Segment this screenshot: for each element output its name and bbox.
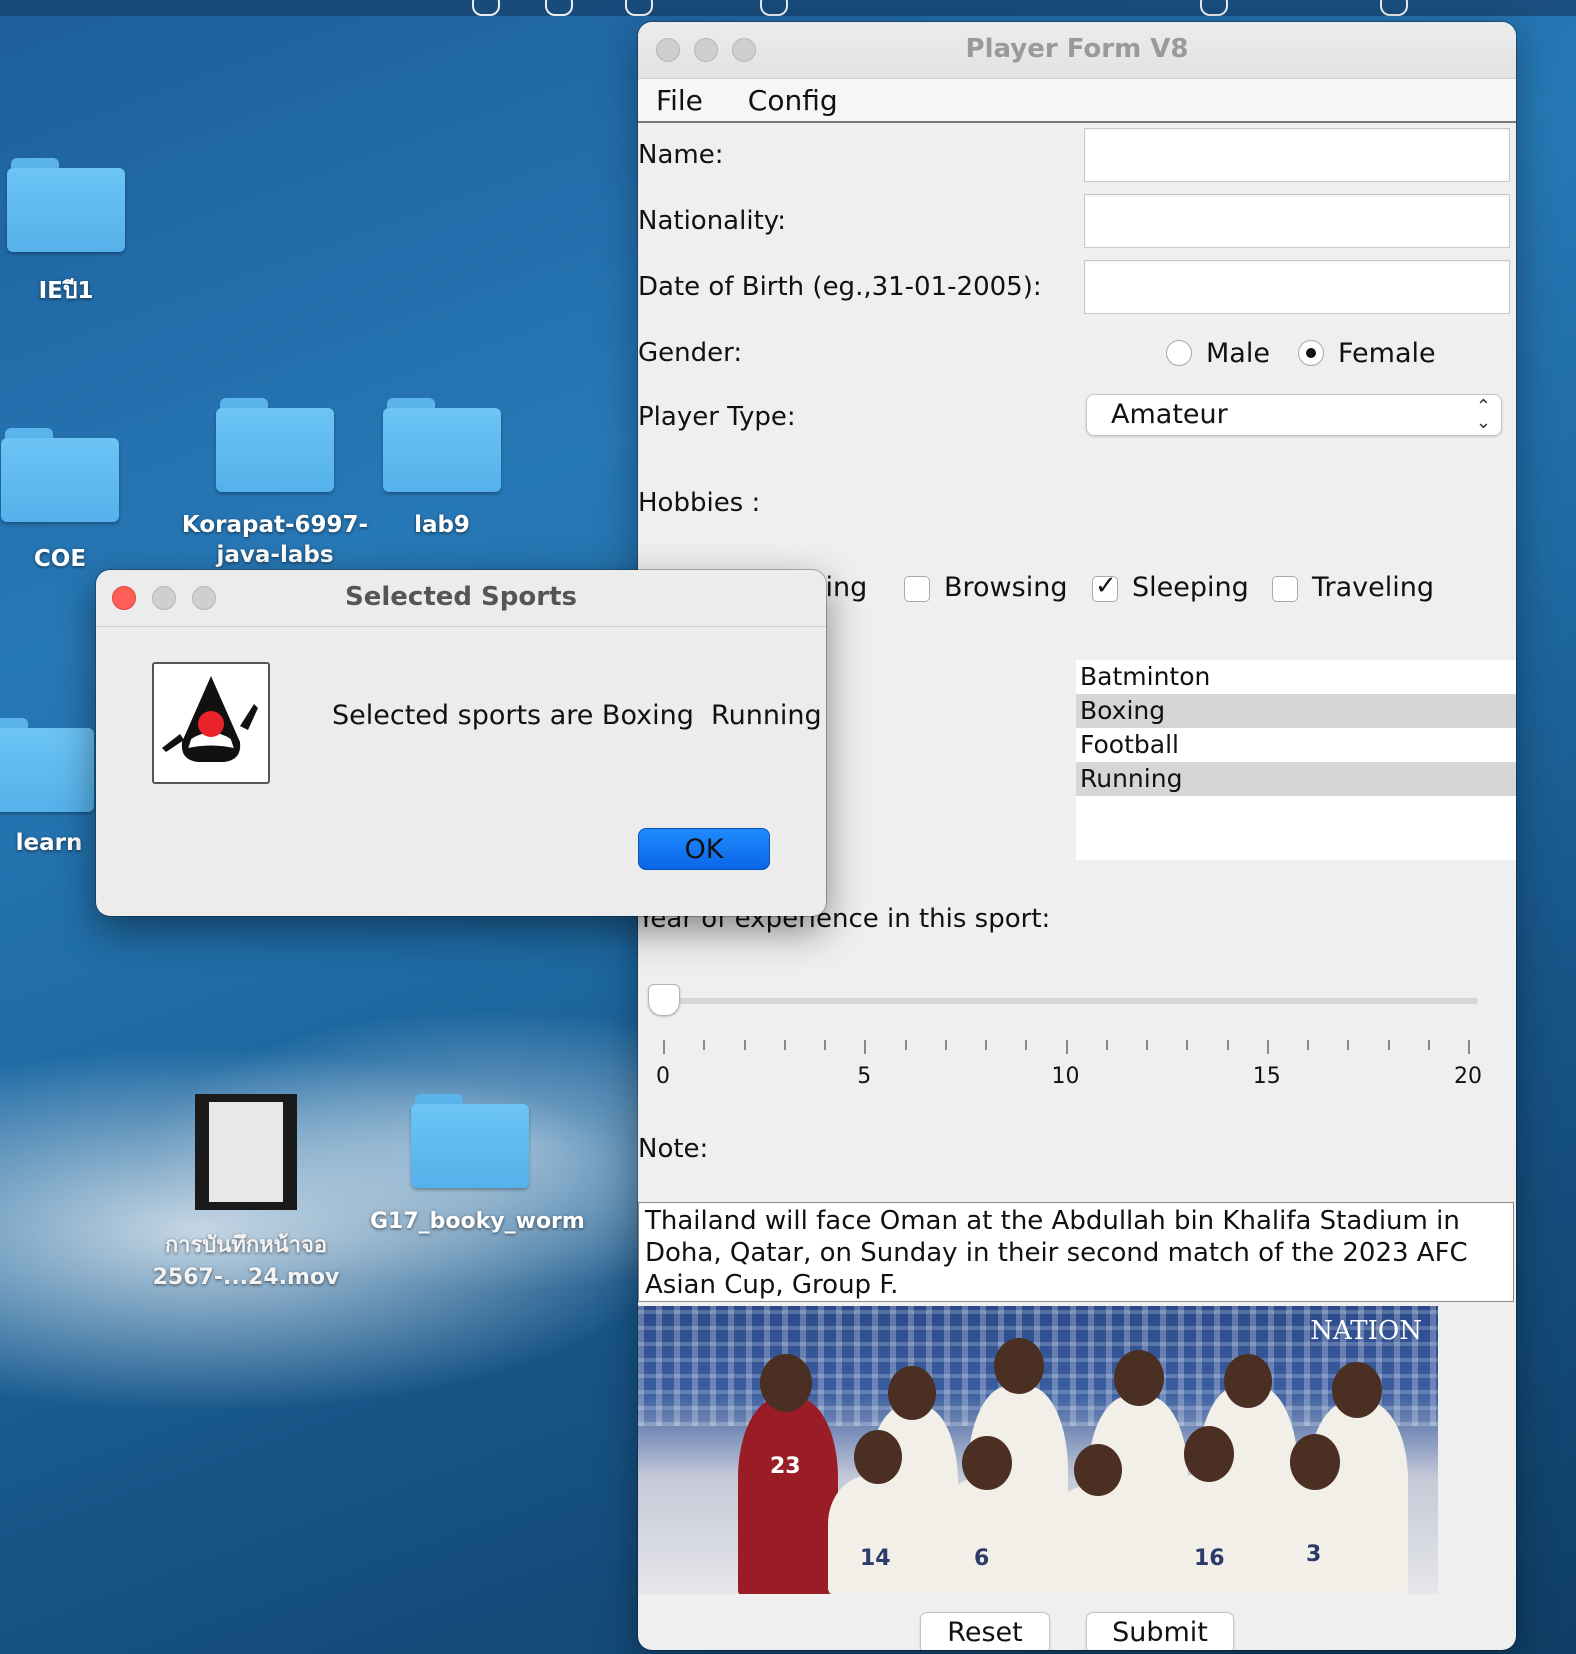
slider-tick [1266,1040,1269,1054]
slider-tick [1387,1040,1390,1050]
slider-tick-label: 20 [1454,1064,1482,1089]
slider-tick [985,1040,987,1050]
dialog-titlebar[interactable]: Selected Sports [96,570,826,627]
java-duke-icon [152,662,270,784]
menu-file[interactable]: File [638,79,721,119]
list-item[interactable]: Football [1076,728,1516,762]
player-type-value: Amateur [1111,399,1228,430]
sports-list[interactable]: Batminton Boxing Football Running [1076,660,1516,860]
desktop-folder-korapat[interactable]: Korapat-6997-java-labs [180,398,370,568]
hobby-traveling-label: Traveling [1312,572,1435,603]
slider-tick [944,1040,947,1050]
slider-tick [743,1040,746,1050]
battery-icon[interactable] [1200,0,1228,16]
gender-male-radio[interactable] [1166,340,1192,366]
slider-tick-label: 15 [1252,1064,1281,1089]
team-photo: NATION 23 14 6 16 3 [638,1306,1438,1594]
dialog-message: Selected sports are Boxing Running [332,700,822,731]
name-label: Name: [638,140,724,170]
experience-slider-track[interactable] [668,998,1478,1004]
slider-tick-label: 0 [656,1064,670,1089]
hobby-browsing-checkbox[interactable] [904,576,930,602]
status-icon[interactable] [625,0,653,16]
player-type-label: Player Type: [638,402,796,432]
desktop-folder-lab9[interactable]: lab9 [382,398,502,540]
status-icon[interactable] [760,0,788,16]
macos-menu-bar [0,0,1576,16]
nationality-field[interactable] [1084,194,1510,248]
desktop-item-label: learn [15,830,83,856]
slider-tick [1226,1040,1229,1050]
desktop-folder-learn[interactable]: learn [0,718,98,858]
gender-female-label: Female [1338,338,1436,369]
slider-tick-label: 5 [857,1064,872,1089]
desktop-item-label: G17_booky_worm [370,1209,585,1234]
slider-tick [1065,1040,1068,1054]
slider-tick [1146,1040,1148,1050]
window-title: Player Form V8 [965,34,1189,64]
hobbies-label: Hobbies : [638,488,761,518]
hobby-browsing-label: Browsing [944,572,1068,603]
desktop-folder-coe[interactable]: COE [0,428,120,574]
hobby-sleeping-checkbox[interactable] [1092,571,1118,602]
app-menu-bar: File Config [638,79,1516,123]
player-type-select[interactable]: Amateur ⌃ ⌄ [1086,394,1502,436]
folder-icon [411,1094,529,1188]
status-icon[interactable] [545,0,573,16]
slider-tick [663,1040,665,1054]
slider-tick [1025,1040,1028,1050]
slider-tick [904,1040,907,1050]
note-textarea[interactable]: Thailand will face Oman at the Abdullah … [638,1202,1514,1302]
slider-tick [1427,1040,1430,1050]
slider-tick [1105,1040,1108,1050]
desktop-item-label: Korapat-6997-java-labs [181,512,369,568]
menu-config[interactable]: Config [730,79,856,119]
status-icon[interactable] [472,0,500,16]
desktop-folder-booky-worm[interactable]: G17_booky_worm [370,1094,585,1238]
desktop-item-label: การบันทึกหน้าจอ 2567-...24.mov [152,1233,340,1290]
slider-tick-label: 10 [1051,1064,1080,1089]
experience-slider-thumb[interactable] [648,984,680,1016]
gender-female-radio[interactable] [1298,340,1324,366]
dob-label: Date of Birth (eg.,31-01-2005): [638,272,1042,302]
name-field[interactable] [1084,128,1510,182]
dob-field[interactable] [1084,260,1510,314]
desktop-item-label: lab9 [414,512,470,538]
slider-tick [703,1040,706,1050]
hobby-sleeping-label: Sleeping [1132,572,1249,603]
window-titlebar[interactable]: Player Form V8 [638,22,1516,79]
desktop-item-label: IEปี1 [38,278,94,304]
desktop-folder-ie[interactable]: IEปี1 [6,158,126,306]
search-icon[interactable] [1380,0,1408,16]
list-item[interactable]: Batminton [1076,660,1516,694]
reset-button[interactable]: Reset [920,1612,1050,1650]
chevron-updown-icon: ⌃ ⌄ [1475,396,1491,433]
list-item[interactable]: Boxing [1076,694,1516,728]
slider-tick [1347,1040,1350,1050]
hobby-traveling-checkbox[interactable] [1272,576,1298,602]
folder-icon [216,398,334,492]
video-file-icon [195,1094,297,1210]
slider-tick [783,1040,786,1050]
dialog-title: Selected Sports [345,582,577,612]
selected-sports-dialog: Selected Sports Selected sports are Boxi… [96,570,826,916]
note-label: Note: [638,1134,709,1164]
folder-icon [7,158,125,252]
gender-male-label: Male [1206,338,1270,369]
slider-tick [824,1040,826,1050]
slider-tick [864,1040,867,1054]
desktop-file-screen-recording[interactable]: การบันทึกหน้าจอ 2567-...24.mov [146,1094,346,1294]
gender-label: Gender: [638,338,743,368]
slider-tick [1307,1040,1309,1050]
list-item[interactable]: Running [1076,762,1516,796]
folder-icon [1,428,119,522]
nation-logo: NATION [1310,1316,1422,1346]
folder-icon [0,718,94,812]
slider-tick [1186,1040,1189,1050]
slider-tick [1468,1040,1470,1054]
nationality-label: Nationality: [638,206,787,236]
submit-button[interactable]: Submit [1086,1612,1234,1650]
folder-icon [383,398,501,492]
ok-button[interactable]: OK [638,828,770,870]
